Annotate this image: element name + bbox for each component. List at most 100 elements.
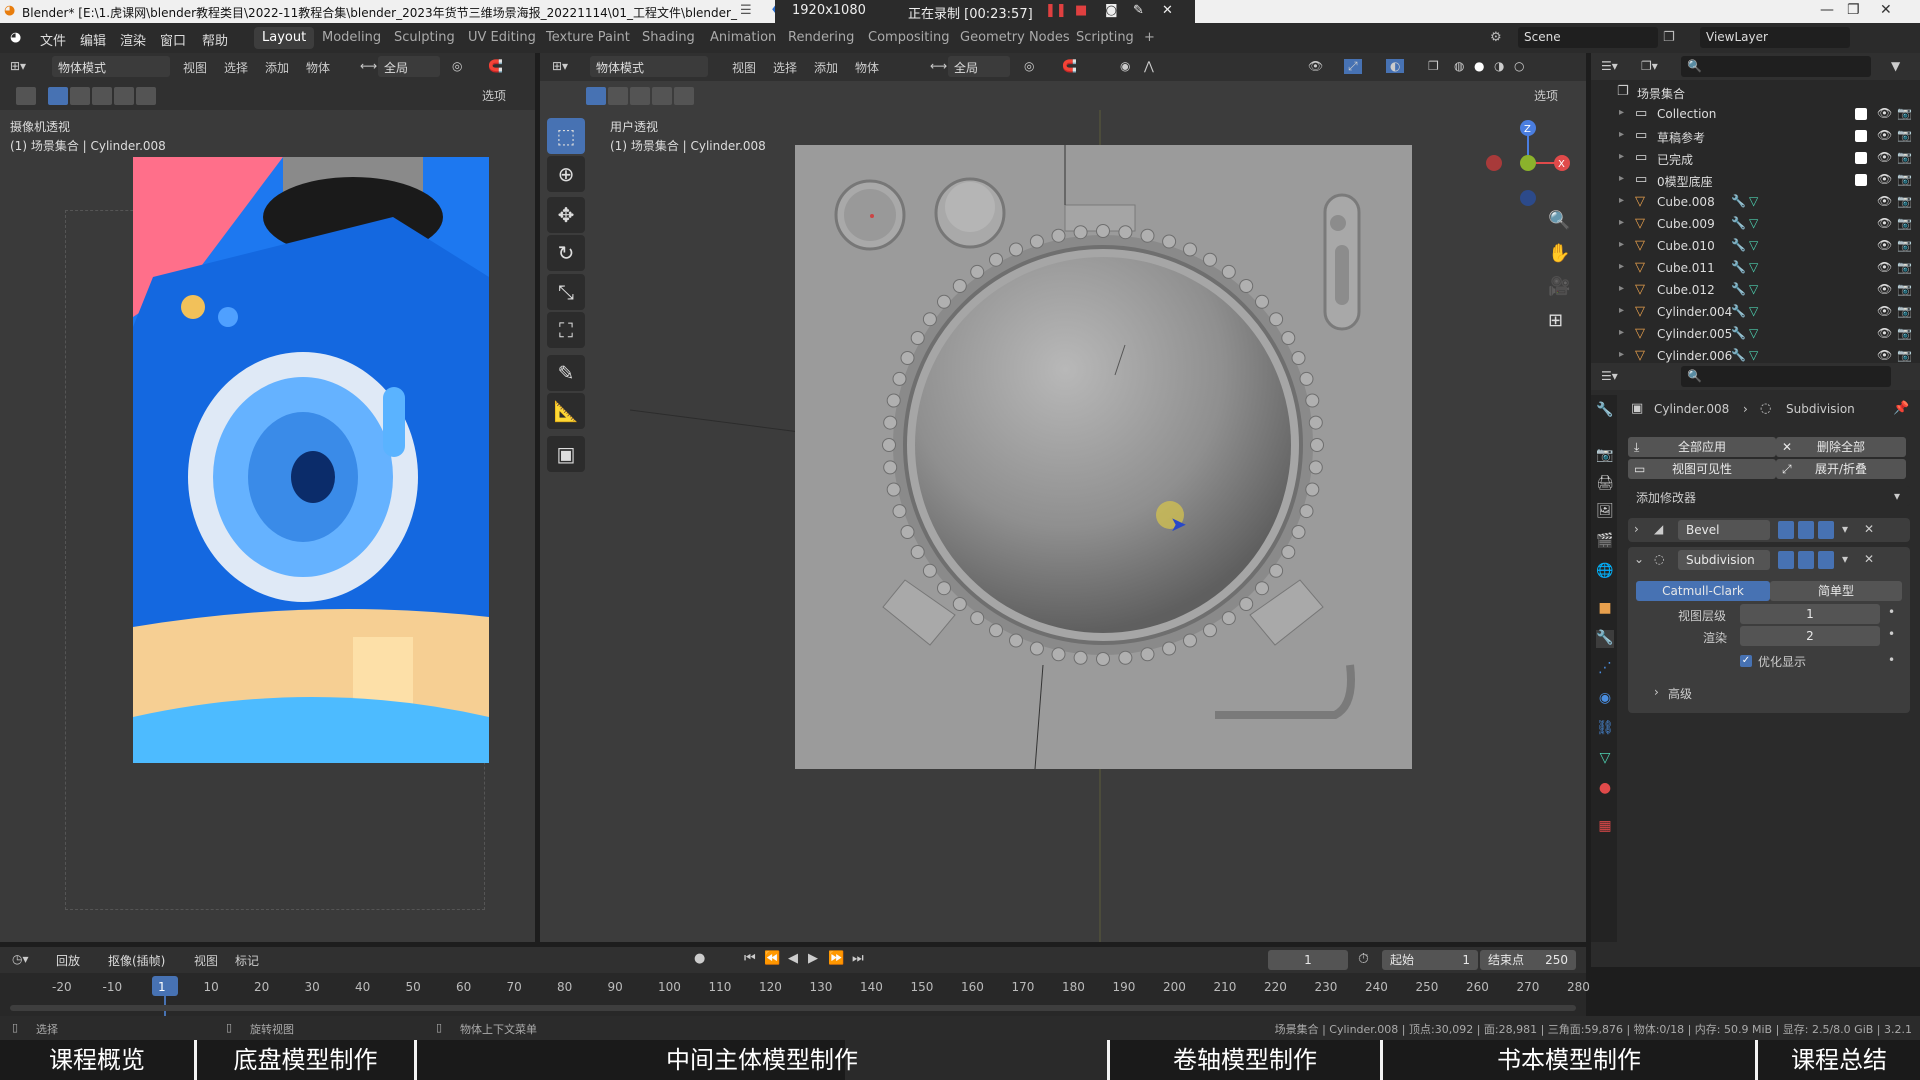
camera-icon[interactable]: ◙	[1105, 3, 1118, 18]
render-camera-icon[interactable]: 📷	[1897, 326, 1912, 340]
render-camera-icon[interactable]: 📷	[1897, 304, 1912, 318]
exclude-checkbox[interactable]	[1855, 108, 1867, 120]
left-menu-select[interactable]: 选择	[224, 59, 248, 76]
main-options-dropdown[interactable]: 选项	[1534, 87, 1558, 104]
display-mode-icon[interactable]: ❐▾	[1641, 59, 1658, 73]
chapter-summary[interactable]: 课程总结	[1758, 1040, 1920, 1080]
optimal-display-checkbox[interactable]: ✓	[1740, 655, 1752, 667]
render-camera-icon[interactable]: 📷	[1897, 172, 1912, 186]
add-modifier-dropdown[interactable]: 添加修改器 ▾	[1628, 486, 1910, 506]
render-camera-icon[interactable]: 📷	[1897, 282, 1912, 296]
chapter-overview[interactable]: 课程概览	[0, 1040, 194, 1080]
navigation-gizmo[interactable]: Z X	[1480, 115, 1570, 215]
render-camera-icon[interactable]: 📷	[1897, 348, 1912, 362]
expand-triangle-icon[interactable]: ▸	[1619, 107, 1624, 118]
gizmo-icon[interactable]: ⤢	[1344, 59, 1362, 74]
main-select-mode-intersect[interactable]	[674, 87, 694, 105]
snap-icon[interactable]: 🧲	[488, 59, 503, 73]
simple-button[interactable]: 简单型	[1770, 581, 1902, 601]
main-pivot-icon[interactable]: ◎	[1024, 59, 1034, 73]
viewport-visibility-button[interactable]: ▭ 视图可见性	[1628, 459, 1776, 479]
outliner-item[interactable]: ▸ ▽ Cube.011 🔧 ▽ 👁 📷	[1591, 258, 1920, 280]
falloff-icon[interactable]: ⋀	[1144, 59, 1154, 73]
outliner-item[interactable]: ▸ ▭ Collection 👁 📷	[1591, 104, 1920, 126]
select-mode-intersect[interactable]	[136, 87, 156, 105]
bevel-menu-chevron-icon[interactable]: ▾	[1842, 522, 1848, 536]
select-box-tool[interactable]: ⬚	[547, 118, 585, 154]
subdivision-editmode-toggle[interactable]	[1778, 551, 1794, 569]
preview-range-icon[interactable]: ⏱	[1358, 951, 1369, 967]
editor-type-icon[interactable]: ⊞▾	[10, 59, 26, 73]
exclude-checkbox[interactable]	[1855, 130, 1867, 142]
physics-tab-icon[interactable]: ◉	[1596, 690, 1614, 708]
main-orientation-dropdown[interactable]: 全局	[948, 56, 1010, 77]
shading-material-icon[interactable]: ◑	[1494, 59, 1504, 73]
tab-rendering[interactable]: Rendering	[780, 27, 862, 49]
menu-file[interactable]: 文件	[40, 30, 66, 49]
tool-tab-icon[interactable]: 🔧	[1596, 402, 1614, 420]
jump-start-icon[interactable]: ⏮	[744, 951, 756, 966]
expand-triangle-icon[interactable]: ▸	[1619, 173, 1624, 184]
tab-layout[interactable]: Layout	[254, 27, 315, 49]
object-tab-icon[interactable]: ■	[1596, 600, 1614, 618]
filter-icon[interactable]: ▼	[1891, 59, 1900, 73]
left-menu-add[interactable]: 添加	[265, 59, 289, 76]
current-frame-field[interactable]: 1	[1268, 950, 1348, 970]
chapter-scroll-model[interactable]: 卷轴模型制作	[1110, 1040, 1380, 1080]
xray-icon[interactable]: ❐	[1428, 59, 1439, 73]
scale-tool[interactable]: ⤡	[547, 274, 585, 310]
expand-triangle-icon[interactable]: ▸	[1619, 327, 1624, 338]
subdivision-viewport-toggle[interactable]	[1798, 551, 1814, 569]
exclude-checkbox[interactable]	[1855, 152, 1867, 164]
transform-tool[interactable]: ⛶	[547, 312, 585, 348]
particles-tab-icon[interactable]: ⋰	[1596, 660, 1614, 678]
render-camera-icon[interactable]: 📷	[1897, 128, 1912, 142]
expand-collapse-button[interactable]: ⤢ 展开/折叠	[1776, 459, 1906, 479]
subdivision-remove-icon[interactable]: ✕	[1864, 552, 1874, 566]
keyframe-dot-icon-2[interactable]: •	[1888, 627, 1895, 641]
zoom-icon[interactable]: 🔍	[1548, 210, 1570, 231]
outliner-root[interactable]: ❐ 场景集合	[1591, 82, 1920, 104]
visibility-eye-icon[interactable]: 👁	[1877, 150, 1892, 164]
annotate-tool[interactable]: ✎	[547, 355, 585, 391]
render-camera-icon[interactable]: 📷	[1897, 238, 1912, 252]
maximize-icon[interactable]: ❐	[1847, 2, 1860, 18]
outliner-item[interactable]: ▸ ▽ Cube.009 🔧 ▽ 👁 📷	[1591, 214, 1920, 236]
measure-tool[interactable]: 📐	[547, 393, 585, 429]
tab-sculpting[interactable]: Sculpting	[386, 27, 463, 49]
transform-orientation-icon[interactable]: ⟷	[360, 59, 377, 73]
stop-icon[interactable]: ■	[1075, 3, 1087, 18]
outliner-item[interactable]: ▸ ▭ 0模型底座 👁 📷	[1591, 170, 1920, 192]
keyframe-dot-icon-3[interactable]: •	[1888, 653, 1895, 667]
visibility-eye-icon[interactable]: 👁	[1877, 260, 1892, 274]
render-camera-icon[interactable]: 📷	[1897, 194, 1912, 208]
expand-triangle-icon[interactable]: ▸	[1619, 195, 1624, 206]
visibility-eye-icon[interactable]: 👁	[1877, 106, 1892, 120]
tab-scripting[interactable]: Scripting	[1068, 27, 1142, 49]
chapter-main-body[interactable]: 中间主体模型制作	[417, 1040, 1107, 1080]
tab-animation[interactable]: Animation	[702, 27, 784, 49]
prev-keyframe-icon[interactable]: ⏪	[764, 951, 780, 966]
move-tool[interactable]: ✥	[547, 197, 585, 233]
close-recording-icon[interactable]: ✕	[1162, 3, 1173, 18]
chapter-book-model[interactable]: 书本模型制作	[1383, 1040, 1755, 1080]
timeline-marker-menu[interactable]: 标记	[235, 952, 259, 969]
tab-modeling[interactable]: Modeling	[314, 27, 389, 49]
menu-icon[interactable]: ☰	[740, 3, 752, 18]
modifier-tab-icon[interactable]: 🔧	[1596, 630, 1614, 648]
play-icon[interactable]: ▶	[808, 951, 818, 966]
material-tab-icon[interactable]: ●	[1596, 780, 1614, 798]
outliner-type-icon[interactable]: ☰▾	[1601, 59, 1618, 73]
main-menu-select[interactable]: 选择	[773, 59, 797, 76]
pen-icon[interactable]: ✎	[1133, 3, 1144, 18]
expand-triangle-icon[interactable]: ▸	[1619, 261, 1624, 272]
properties-search[interactable]: 🔍	[1681, 366, 1891, 387]
menu-help[interactable]: 帮助	[202, 30, 228, 49]
apply-all-button[interactable]: ⤓ 全部应用	[1628, 437, 1776, 457]
exclude-checkbox[interactable]	[1855, 174, 1867, 186]
expand-triangle-icon[interactable]: ▸	[1619, 151, 1624, 162]
visibility-eye-icon[interactable]: 👁	[1877, 282, 1892, 296]
chapter-base-model[interactable]: 底盘模型制作	[197, 1040, 414, 1080]
output-tab-icon[interactable]: 🖨	[1596, 475, 1614, 493]
expand-triangle-icon[interactable]: ▸	[1619, 239, 1624, 250]
